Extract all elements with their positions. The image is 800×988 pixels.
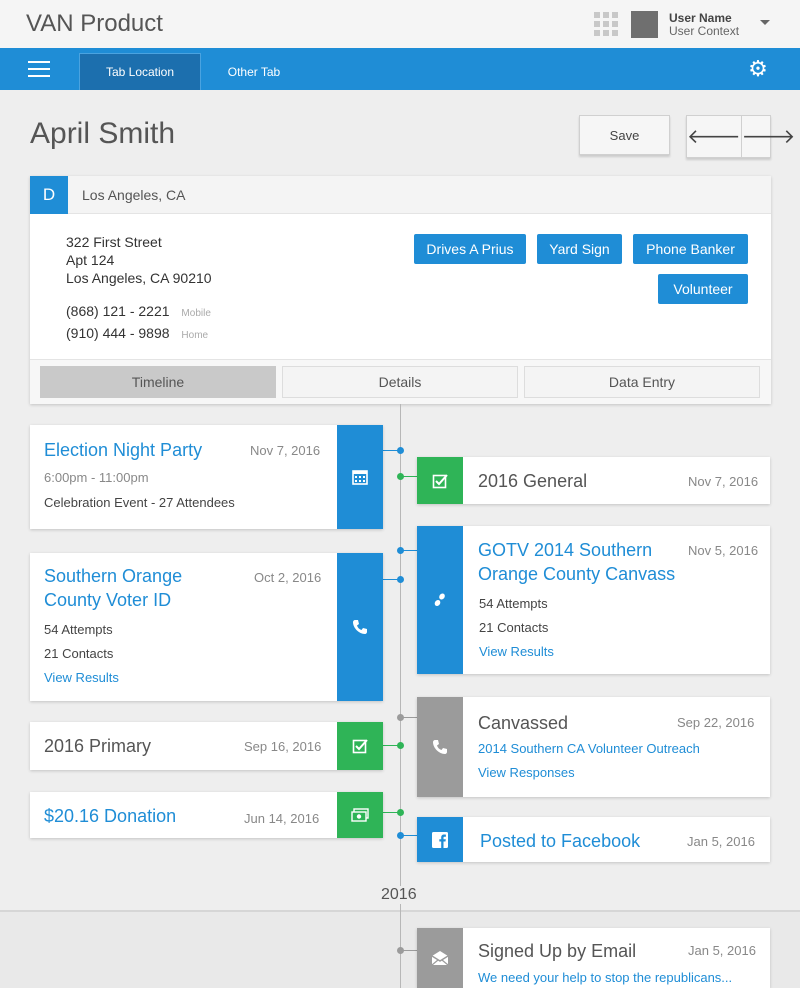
event-date: Sep 22, 2016 (677, 715, 755, 730)
phone-type: Mobile (181, 308, 211, 319)
tab-location[interactable]: Tab Location (79, 53, 201, 90)
phone-number-mobile: (868) 121 - 2221 Mobile (66, 303, 211, 319)
app-brand[interactable]: VAN Product (26, 10, 163, 38)
view-responses-link[interactable]: View Responses (478, 765, 575, 780)
event-date: Sep 16, 2016 (244, 739, 322, 754)
view-results-link[interactable]: View Results (479, 644, 554, 659)
event-date: Jun 14, 2016 (244, 811, 320, 826)
user-context[interactable]: User Context (669, 24, 739, 38)
tag-drives-a-prius[interactable]: Drives A Prius (414, 234, 526, 264)
event-title: 2016 General (478, 471, 588, 491)
timeline-dot (397, 742, 404, 749)
timeline-dot (397, 576, 404, 583)
address-line-3: Los Angeles, CA 90210 (66, 270, 212, 286)
event-title[interactable]: Southern Orange County Voter ID (44, 564, 244, 612)
event-date: Nov 7, 2016 (688, 474, 759, 489)
previous-arrow-icon[interactable]: 🡐 (687, 116, 742, 157)
cash-icon (337, 792, 383, 838)
event-title: 2016 Primary (44, 736, 152, 756)
party-badge: D (30, 176, 68, 214)
settings-gear-icon[interactable]: ⚙ (747, 58, 769, 80)
timeline-dot (397, 947, 404, 954)
user-menu-chevron-down-icon[interactable] (760, 20, 770, 25)
event-description: Celebration Event - 27 Attendees (44, 495, 235, 510)
tab-data-entry[interactable]: Data Entry (524, 366, 760, 398)
page-title: April Smith (30, 117, 176, 150)
footsteps-icon (417, 526, 463, 674)
event-time: 6:00pm - 11:00pm (44, 470, 149, 485)
save-button[interactable]: Save (579, 115, 670, 155)
phone-icon (417, 697, 463, 797)
email-icon (417, 928, 463, 988)
record-nav-group: 🡐 🡒 (686, 115, 795, 158)
timeline-dot (397, 809, 404, 816)
event-title: Signed Up by Email (478, 941, 637, 961)
event-title[interactable]: $20.16 Donation (44, 804, 176, 828)
timeline-dot (397, 547, 404, 554)
address-line-2: Apt 124 (66, 252, 115, 268)
timeline-dot (397, 473, 404, 480)
timeline-dot (397, 832, 404, 839)
event-title[interactable]: GOTV 2014 Southern Orange County Canvass (478, 538, 683, 586)
view-results-link[interactable]: View Results (44, 670, 119, 685)
event-date: Oct 2, 2016 (254, 570, 322, 585)
calendar-icon (337, 425, 383, 529)
timeline-dot (397, 447, 404, 454)
phone-number: (910) 444 - 9898 (66, 325, 170, 341)
tab-details[interactable]: Details (282, 366, 518, 398)
tab-timeline[interactable]: Timeline (40, 366, 276, 398)
next-arrow-icon[interactable]: 🡒 (742, 116, 796, 157)
tag-phone-banker[interactable]: Phone Banker (633, 234, 748, 264)
address-line-1: 322 First Street (66, 234, 162, 250)
contact-city: Los Angeles, CA (82, 187, 186, 203)
campaign-link[interactable]: 2014 Southern CA Volunteer Outreach (478, 741, 700, 756)
timeline-dot (397, 714, 404, 721)
tag-volunteer[interactable]: Volunteer (658, 274, 748, 304)
phone-number: (868) 121 - 2221 (66, 303, 170, 319)
event-contacts: 21 Contacts (44, 646, 114, 661)
event-attempts: 54 Attempts (479, 596, 548, 611)
tab-other[interactable]: Other Tab (210, 53, 298, 90)
hamburger-menu-icon[interactable] (28, 60, 50, 78)
event-attempts: 54 Attempts (44, 622, 113, 637)
event-date: Jan 5, 2016 (688, 943, 756, 958)
check-icon (337, 722, 383, 770)
event-contacts: 21 Contacts (479, 620, 549, 635)
event-date: Jan 5, 2016 (687, 834, 755, 849)
check-icon (417, 457, 463, 504)
phone-icon (337, 553, 383, 701)
event-date: Nov 5, 2016 (688, 543, 759, 558)
apps-grid-icon[interactable] (594, 12, 618, 36)
year-marker: 2016 (380, 886, 418, 904)
user-avatar[interactable] (631, 11, 658, 38)
tag-yard-sign[interactable]: Yard Sign (537, 234, 622, 264)
event-title[interactable]: Election Night Party (44, 438, 202, 462)
email-subject-link[interactable]: We need your help to stop the republican… (478, 970, 732, 985)
facebook-icon (417, 817, 463, 862)
event-title: Canvassed (478, 713, 569, 733)
event-date: Nov 7, 2016 (250, 443, 321, 458)
event-title[interactable]: Posted to Facebook (480, 829, 640, 853)
phone-type: Home (181, 330, 209, 341)
phone-number-home: (910) 444 - 9898 Home (66, 325, 208, 341)
user-name[interactable]: User Name (669, 11, 732, 25)
